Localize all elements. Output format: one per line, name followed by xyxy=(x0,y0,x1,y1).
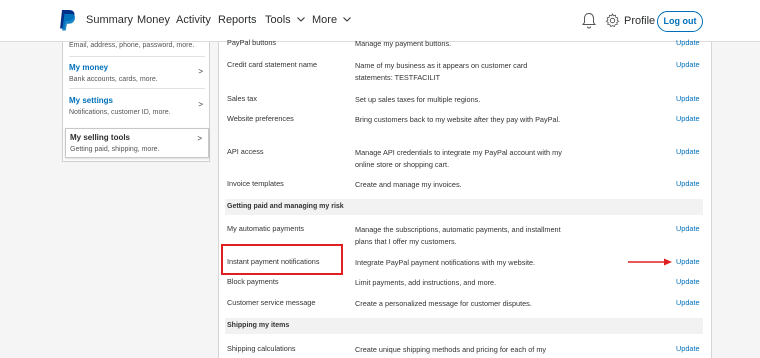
row-label: PayPal buttons xyxy=(227,38,277,47)
paypal-logo[interactable] xyxy=(58,8,76,32)
top-navigation: Summary Money Activity Reports Tools Mor… xyxy=(0,0,760,42)
section-header-shipping: Shipping my items xyxy=(225,318,703,334)
row-description: Bring customers back to my website after… xyxy=(355,115,561,124)
update-link[interactable]: Update xyxy=(676,298,700,307)
sidebar-item-subtitle: Email, address, phone, password, more. xyxy=(69,42,195,49)
update-link[interactable]: Update xyxy=(676,277,700,286)
update-link-ipn[interactable]: Update xyxy=(676,257,700,266)
row-description: Name of my business as it appears on cus… xyxy=(355,61,528,82)
row-description: Create unique shipping methods and prici… xyxy=(355,345,547,354)
row-description: Create a personalized message for custom… xyxy=(355,299,532,308)
sidebar-item-title: My settings xyxy=(69,96,114,105)
row-label: Customer service message xyxy=(227,298,316,307)
sidebar-item-title: My money xyxy=(69,63,109,72)
chevron-right-icon: > xyxy=(198,100,203,109)
row-label: Sales tax xyxy=(227,94,258,103)
update-link[interactable]: Update xyxy=(676,344,700,353)
sidebar-item-profile-summary[interactable]: Email, address, phone, password, more. xyxy=(63,42,209,49)
nav-tools[interactable]: Tools xyxy=(265,14,305,26)
row-description: Limit payments, add instructions, and mo… xyxy=(355,278,497,287)
update-link[interactable]: Update xyxy=(676,179,700,188)
row-description: Manage my payment buttons. xyxy=(355,39,452,48)
row-label: My automatic payments xyxy=(227,224,305,233)
sidebar-item-subtitle: Getting paid, shipping, more. xyxy=(70,146,160,153)
row-label: Block payments xyxy=(227,277,279,286)
selling-tools-panel: PayPal buttons Manage my payment buttons… xyxy=(218,38,712,358)
row-label: API access xyxy=(227,147,264,156)
nav-activity[interactable]: Activity xyxy=(176,14,211,26)
sidebar-item-subtitle: Notifications, customer ID, more. xyxy=(69,109,171,116)
nav-tools-label: Tools xyxy=(265,14,291,26)
gear-icon[interactable] xyxy=(605,13,620,28)
row-label: Credit card statement name xyxy=(227,60,318,69)
divider xyxy=(69,56,205,57)
row-label: Shipping calculations xyxy=(227,344,296,353)
nav-reports[interactable]: Reports xyxy=(218,14,257,26)
nav-summary[interactable]: Summary xyxy=(86,14,133,26)
section-header-getting-paid: Getting paid and managing my risk xyxy=(225,199,703,215)
update-link[interactable]: Update xyxy=(676,114,700,123)
settings-sidebar: Email, address, phone, password, more. M… xyxy=(62,42,210,162)
row-description: Create and manage my invoices. xyxy=(355,180,462,189)
update-link[interactable]: Update xyxy=(676,147,700,156)
highlight-box xyxy=(221,244,343,275)
chevron-right-icon: > xyxy=(197,134,202,143)
update-link[interactable]: Update xyxy=(676,60,700,69)
sidebar-item-my-money[interactable]: My money Bank accounts, cards, more. > xyxy=(63,63,209,83)
bell-icon[interactable] xyxy=(582,12,596,29)
update-link[interactable]: Update xyxy=(676,38,700,47)
row-description: Integrate PayPal payment notifications w… xyxy=(355,258,536,267)
divider xyxy=(69,88,205,89)
nav-money[interactable]: Money xyxy=(137,14,170,26)
row-description: Manage API credentials to integrate my P… xyxy=(355,148,562,169)
update-link[interactable]: Update xyxy=(676,224,700,233)
row-description: Manage the subscriptions, automatic paym… xyxy=(355,225,561,246)
arrow-right-icon xyxy=(628,258,672,266)
chevron-down-icon xyxy=(296,17,305,22)
row-description: Set up sales taxes for multiple regions. xyxy=(355,95,481,104)
nav-more[interactable]: More xyxy=(312,14,351,26)
chevron-down-icon xyxy=(343,17,351,22)
sidebar-item-subtitle: Bank accounts, cards, more. xyxy=(69,76,158,83)
logout-button[interactable]: Log out xyxy=(657,11,703,32)
sidebar-item-my-selling-tools[interactable]: My selling tools Getting paid, shipping,… xyxy=(65,128,209,158)
chevron-right-icon: > xyxy=(198,67,203,76)
row-label: Website preferences xyxy=(227,114,294,123)
sidebar-item-title: My selling tools xyxy=(70,133,131,142)
profile-link[interactable]: Profile xyxy=(624,15,655,27)
update-link[interactable]: Update xyxy=(676,94,700,103)
sidebar-item-my-settings[interactable]: My settings Notifications, customer ID, … xyxy=(63,96,209,116)
row-label: Invoice templates xyxy=(227,179,284,188)
nav-more-label: More xyxy=(312,14,338,26)
